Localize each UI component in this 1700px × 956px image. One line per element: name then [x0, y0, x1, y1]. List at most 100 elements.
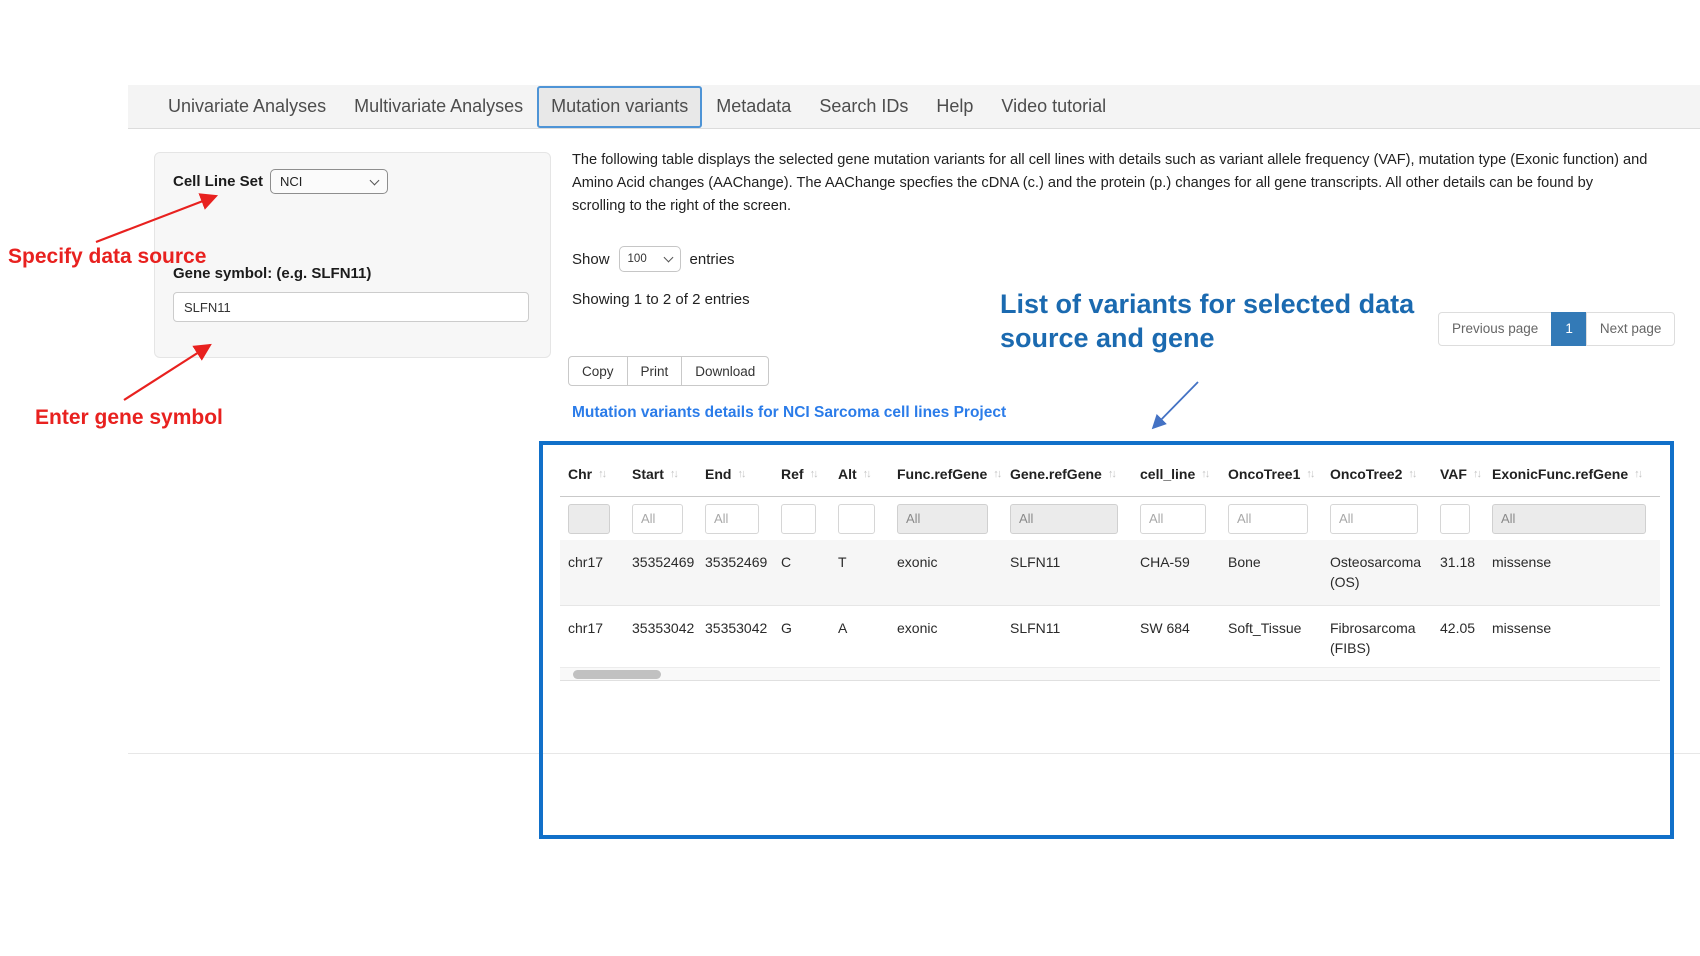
filter-ref[interactable]: [781, 504, 816, 534]
variants-table: Chr↑↓Start↑↓End↑↓Ref↑↓Alt↑↓Func.refGene↑…: [560, 452, 1660, 672]
gene-symbol-input[interactable]: [173, 292, 529, 322]
export-buttons: CopyPrintDownload: [568, 356, 769, 386]
column-header-ref[interactable]: Ref↑↓: [773, 452, 830, 496]
column-header-alt[interactable]: Alt↑↓: [830, 452, 889, 496]
annotation-line-2: source and gene: [1000, 321, 1414, 355]
cell-oncotree1: Bone: [1220, 540, 1322, 605]
cell-alt: A: [830, 606, 889, 671]
table-header-row: Chr↑↓Start↑↓End↑↓Ref↑↓Alt↑↓Func.refGene↑…: [560, 452, 1660, 497]
filter-exonicfunc-refgene[interactable]: All: [1492, 504, 1646, 534]
show-entries-control: Show 100 entries: [572, 246, 735, 272]
filter-cell: All: [889, 497, 1002, 540]
pagination: Previous page1Next page: [1438, 312, 1675, 346]
column-header-gene-refgene[interactable]: Gene.refGene↑↓: [1002, 452, 1132, 496]
entries-label: entries: [690, 251, 735, 268]
column-header-end[interactable]: End↑↓: [697, 452, 773, 496]
tab-metadata[interactable]: Metadata: [702, 85, 805, 129]
filter-cell: [773, 497, 830, 540]
filter-cell: All: [1002, 497, 1132, 540]
cell-cell-line: SW 684: [1132, 606, 1220, 671]
column-header-cell-line[interactable]: cell_line↑↓: [1132, 452, 1220, 496]
column-header-func-refgene[interactable]: Func.refGene↑↓: [889, 452, 1002, 496]
show-entries-value: 100: [628, 253, 647, 265]
cell-vaf: 42.05: [1432, 606, 1484, 671]
cell-gene-refgene: SLFN11: [1002, 606, 1132, 671]
column-header-oncotree2[interactable]: OncoTree2↑↓: [1322, 452, 1432, 496]
chevron-down-icon: [370, 175, 380, 185]
filter-end[interactable]: [705, 504, 759, 534]
filter-func-refgene[interactable]: All: [897, 504, 988, 534]
tab-search-ids[interactable]: Search IDs: [805, 85, 922, 129]
filter-cell-line[interactable]: [1140, 504, 1206, 534]
cell-exonicfunc-refgene: missense: [1484, 540, 1660, 605]
column-header-exonicfunc-refgene[interactable]: ExonicFunc.refGene↑↓: [1484, 452, 1660, 496]
column-header-oncotree1[interactable]: OncoTree1 ↑↓: [1220, 452, 1322, 496]
cell-line-set-label: Cell Line Set: [173, 173, 263, 190]
sort-icon: ↑↓: [1408, 468, 1415, 480]
download-button[interactable]: Download: [681, 356, 769, 386]
top-navigation: Univariate AnalysesMultivariate Analyses…: [128, 85, 1700, 129]
tab-multivariate-analyses[interactable]: Multivariate Analyses: [340, 85, 537, 129]
column-label: Start: [632, 466, 664, 482]
cell-func-refgene: exonic: [889, 606, 1002, 671]
cell-chr: chr17: [560, 540, 624, 605]
tab-mutation-variants[interactable]: Mutation variants: [537, 86, 702, 128]
cell-vaf: 31.18: [1432, 540, 1484, 605]
print-button[interactable]: Print: [627, 356, 683, 386]
horizontal-scrollbar-track[interactable]: [560, 667, 1660, 681]
showing-entries-status: Showing 1 to 2 of 2 entries: [572, 291, 750, 308]
cell-oncotree2: Osteosarcoma (OS): [1322, 540, 1432, 605]
column-label: cell_line: [1140, 466, 1195, 482]
filter-cell: [1132, 497, 1220, 540]
column-label: VAF: [1440, 466, 1467, 482]
filter-start[interactable]: [632, 504, 683, 534]
filter-oncotree2[interactable]: [1330, 504, 1418, 534]
variants-details-link[interactable]: Mutation variants details for NCI Sarcom…: [572, 404, 1006, 422]
filter-cell: [1322, 497, 1432, 540]
cell-chr: chr17: [560, 606, 624, 671]
filter-cell: [830, 497, 889, 540]
filter-oncotree1[interactable]: [1228, 504, 1308, 534]
cell-start: 35352469: [624, 540, 697, 605]
next-page-button[interactable]: Next page: [1586, 312, 1676, 346]
show-entries-select[interactable]: 100: [619, 246, 681, 272]
column-header-start[interactable]: Start↑↓: [624, 452, 697, 496]
filter-vaf[interactable]: [1440, 504, 1470, 534]
filter-gene-refgene[interactable]: All: [1010, 504, 1118, 534]
cell-oncotree2: Fibrosarcoma (FIBS): [1322, 606, 1432, 671]
sort-icon: ↑↓: [1473, 468, 1480, 480]
cell-cell-line: CHA-59: [1132, 540, 1220, 605]
filter-alt[interactable]: [838, 504, 875, 534]
annotation-specify-data-source: Specify data source: [8, 245, 206, 269]
blue-arrow-to-table: [1153, 382, 1198, 428]
page-1-button[interactable]: 1: [1551, 312, 1587, 346]
sort-icon: ↑↓: [1306, 468, 1313, 480]
annotation-line-1: List of variants for selected data: [1000, 287, 1414, 321]
tab-help[interactable]: Help: [922, 85, 987, 129]
controls-panel: Cell Line Set NCI Gene symbol: (e.g. SLF…: [154, 152, 551, 358]
cell-gene-refgene: SLFN11: [1002, 540, 1132, 605]
cell-line-set-select[interactable]: NCI: [270, 169, 388, 194]
previous-page-button[interactable]: Previous page: [1438, 312, 1552, 346]
cell-end: 35352469: [697, 540, 773, 605]
show-label: Show: [572, 251, 610, 268]
column-header-chr[interactable]: Chr↑↓: [560, 452, 624, 496]
filter-chr[interactable]: [568, 504, 610, 534]
cell-oncotree1: Soft_Tissue: [1220, 606, 1322, 671]
filter-cell: [1220, 497, 1322, 540]
filter-cell: [697, 497, 773, 540]
annotation-list-of-variants: List of variants for selected data sourc…: [1000, 287, 1414, 355]
sort-icon: ↑↓: [993, 468, 1000, 480]
column-label: Ref: [781, 466, 804, 482]
tab-video-tutorial[interactable]: Video tutorial: [987, 85, 1120, 129]
cell-ref: C: [773, 540, 830, 605]
annotation-enter-gene-symbol: Enter gene symbol: [35, 406, 223, 430]
copy-button[interactable]: Copy: [568, 356, 628, 386]
table-row: chr173535246935352469CTexonicSLFN11CHA-5…: [560, 540, 1660, 606]
tab-univariate-analyses[interactable]: Univariate Analyses: [154, 85, 340, 129]
sort-icon: ↑↓: [1634, 468, 1641, 480]
column-header-vaf[interactable]: VAF ↑↓: [1432, 452, 1484, 496]
cell-end: 35353042: [697, 606, 773, 671]
column-label: OncoTree1: [1228, 466, 1300, 482]
horizontal-scrollbar-thumb[interactable]: [573, 670, 661, 679]
